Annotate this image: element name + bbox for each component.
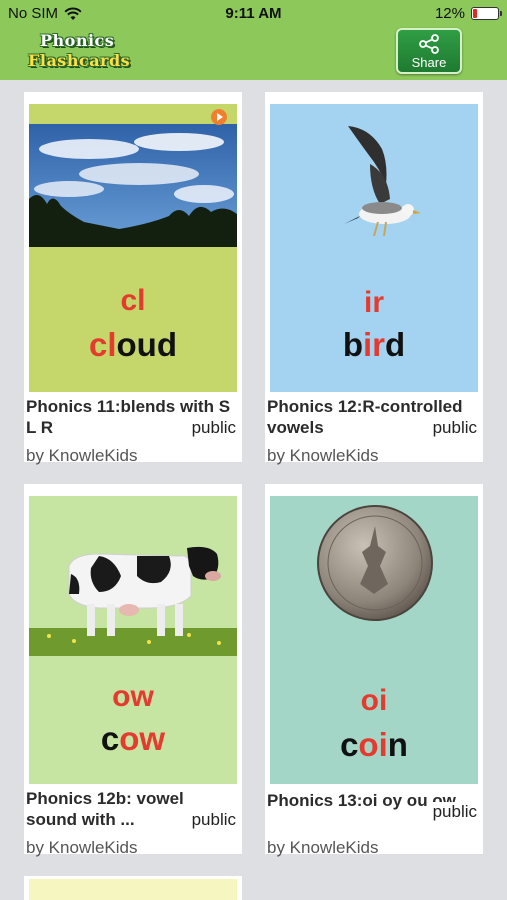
visibility-label: public	[432, 802, 477, 822]
bird-photo	[344, 126, 421, 237]
logo-line-1: Phonics	[40, 31, 115, 50]
sound-label: ow	[112, 680, 154, 713]
card-thumbnail: ir bird	[270, 104, 478, 392]
card-thumbnail: cl cloud	[29, 104, 237, 392]
sound-label: ir	[363, 286, 384, 319]
example-word: cow	[100, 720, 166, 757]
app-logo: Phonics Flashcards	[28, 31, 138, 77]
logo-line-2: Flashcards	[28, 51, 131, 70]
status-bar: No SIM 9:11 AM 12%	[0, 0, 507, 28]
deck-card[interactable]: cl cloud Phonics 11:blends with S L R pu…	[24, 92, 242, 465]
sound-label: cl	[120, 284, 146, 317]
card-thumbnail: ow cow	[29, 496, 237, 784]
example-word: coin	[340, 726, 408, 763]
author-label: by KnowleKids	[26, 838, 138, 857]
deck-card[interactable]: oi coin Phonics 13:oi oy ou ow public by…	[265, 484, 483, 857]
deck-card[interactable]	[24, 876, 242, 900]
cow-photo	[29, 496, 237, 666]
share-button[interactable]: Share	[396, 28, 462, 74]
share-icon	[419, 34, 439, 54]
coin-photo	[317, 505, 433, 621]
play-audio-icon[interactable]	[211, 109, 227, 125]
battery-icon	[471, 7, 502, 20]
visibility-label: public	[191, 418, 236, 438]
author-label: by KnowleKids	[267, 446, 379, 465]
example-word: bird	[342, 326, 406, 363]
visibility-label: public	[432, 418, 477, 438]
app-header: Phonics Flashcards Share	[0, 28, 507, 80]
author-label: by KnowleKids	[267, 838, 379, 857]
visibility-label: public	[191, 810, 236, 830]
deck-card[interactable]: ir bird Phonics 12:R-controlled vowels p…	[265, 92, 483, 465]
share-label: Share	[411, 55, 447, 70]
sky-clouds-photo	[29, 104, 237, 247]
status-right: 12%	[434, 5, 502, 22]
sound-label: oi	[360, 684, 388, 717]
card-thumbnail	[29, 879, 237, 900]
card-thumbnail: oi coin	[270, 496, 478, 784]
example-word: cloud	[88, 326, 177, 363]
status-time: 9:11 AM	[225, 5, 282, 22]
deck-card[interactable]: ow cow Phonics 12b: vowel sound with ...…	[24, 484, 242, 857]
author-label: by KnowleKids	[26, 446, 138, 465]
battery-percent: 12%	[434, 5, 465, 22]
